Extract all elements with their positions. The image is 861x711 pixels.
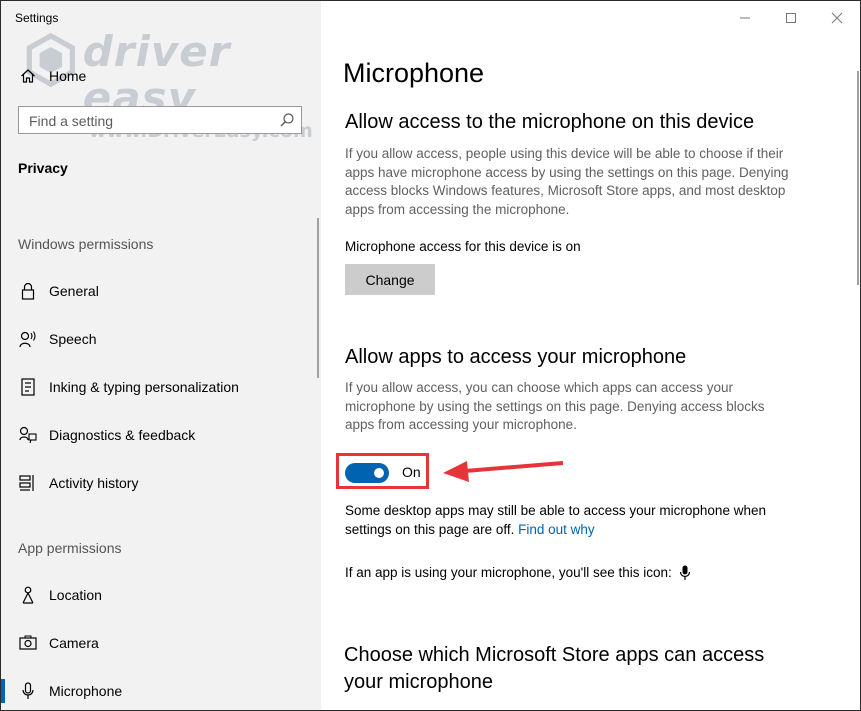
annotation-arrow-icon [443,461,564,482]
settings-window: Settings driver easy www.DriverEasy.com … [0,0,861,711]
diagnostics-icon [18,425,38,445]
nav-home-label: Home [49,68,87,84]
search-placeholder: Find a setting [29,113,114,129]
maximize-icon [786,13,796,23]
sidebar: Settings driver easy www.DriverEasy.com … [1,1,321,710]
sidebar-item-general[interactable]: General [1,271,321,311]
desktop-apps-note: Some desktop apps may still be able to a… [345,502,805,539]
device-access-status: Microphone access for this device is on [345,239,581,254]
category-title: Privacy [18,160,68,176]
apps-access-description: If you allow access, you can choose whic… [345,380,765,432]
home-icon [18,66,38,86]
search-icon[interactable] [279,112,295,133]
sidebar-item-label: Microphone [49,683,123,699]
sidebar-item-label: Inking & typing personalization [49,379,239,395]
sidebar-item-location[interactable]: Location [1,575,321,615]
search-input[interactable]: Find a setting [18,106,302,134]
sidebar-item-label: Diagnostics & feedback [49,427,196,443]
find-out-why-link[interactable]: Find out why [518,522,595,537]
sidebar-item-speech[interactable]: Speech [1,319,321,359]
minimize-button[interactable] [722,1,768,35]
mic-icon-note-text: If an app is using your microphone, you'… [345,565,672,580]
toggle-state-label: On [402,464,421,480]
mic-icon-note: If an app is using your microphone, you'… [345,564,691,583]
app-permissions-label: App permissions [18,540,122,556]
sidebar-scrollbar[interactable] [317,218,319,378]
sidebar-item-label: Activity history [49,475,139,491]
microphone-icon [18,681,38,701]
device-access-heading: Allow access to the microphone on this d… [345,111,755,133]
store-apps-heading: Choose which Microsoft Store apps can ac… [344,642,804,696]
activity-history-icon [18,473,38,493]
lock-icon [18,281,38,301]
device-access-description: If you allow access, people using this d… [345,146,789,217]
camera-icon [18,633,38,653]
sidebar-item-label: Camera [49,635,99,651]
sidebar-item-label: Speech [49,331,97,347]
sidebar-item-label: General [49,283,99,299]
sidebar-item-label: Location [49,587,102,603]
close-icon [831,12,843,24]
inking-icon [18,377,38,397]
main-content: Microphone Allow access to the microphon… [321,1,860,710]
page-title: Microphone [343,58,485,88]
minimize-icon [740,17,750,19]
maximize-button[interactable] [768,1,814,35]
microphone-in-use-icon [679,565,690,581]
sidebar-item-inking[interactable]: Inking & typing personalization [1,367,321,407]
sidebar-item-microphone[interactable]: Microphone [1,671,321,710]
apps-access-heading: Allow apps to access your microphone [345,346,687,368]
store-apps-heading-line1: Choose which Microsoft Store apps can ac… [344,644,765,666]
sidebar-item-activity-history[interactable]: Activity history [1,463,321,503]
window-controls [722,1,860,35]
window-title: Settings [15,11,59,25]
sidebar-item-diagnostics[interactable]: Diagnostics & feedback [1,415,321,455]
speech-icon [18,329,38,349]
sidebar-item-camera[interactable]: Camera [1,623,321,663]
windows-permissions-label: Windows permissions [18,236,154,252]
change-button[interactable]: Change [345,264,435,295]
close-button[interactable] [814,1,860,35]
main-scrollbar[interactable] [857,71,859,285]
location-icon [18,585,38,605]
apps-access-toggle[interactable] [345,463,389,483]
toggle-knob [374,468,384,478]
nav-home[interactable]: Home [18,66,86,86]
store-apps-heading-line2: your microphone [344,671,493,693]
